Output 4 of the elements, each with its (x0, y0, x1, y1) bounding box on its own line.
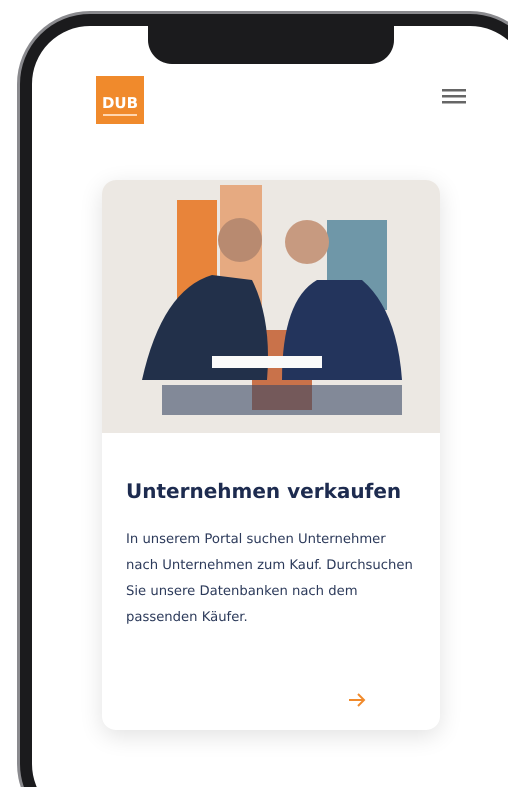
logo[interactable]: DUB (96, 76, 144, 124)
card-title: Unternehmen verkaufen (126, 479, 402, 503)
menu-icon[interactable] (442, 88, 466, 104)
card-text: In unserem Portal suchen Unternehmer nach Unternehmen zum Kauf. Durchsuchen Sie unsere Datenbanken nach dem passenden Käufer. (126, 531, 414, 627)
